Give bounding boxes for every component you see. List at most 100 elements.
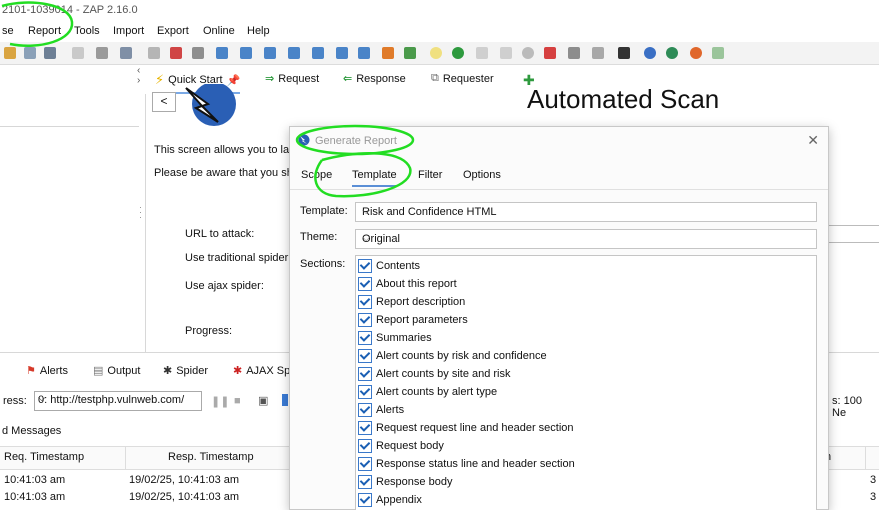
progress-select[interactable]: 0: http://testphp.vulnweb.com/ ⌵ xyxy=(34,391,202,411)
tab-requester-label: Requester xyxy=(442,72,494,85)
section-response-header-checkbox[interactable]: Response status line and header section xyxy=(358,455,575,473)
step-icon[interactable] xyxy=(476,47,488,59)
col-req-timestamp[interactable]: Req. Timestamp xyxy=(4,451,84,463)
section-response-body-checkbox[interactable]: Response body xyxy=(358,473,452,491)
tabs-show-icon[interactable] xyxy=(312,47,324,59)
close-icon[interactable]: ✕ xyxy=(807,132,819,149)
col-resp-timestamp[interactable]: Resp. Timestamp xyxy=(168,451,254,463)
tab-alerts[interactable]: ⚑ Alerts xyxy=(26,364,68,378)
menu-report[interactable]: Report xyxy=(28,25,61,37)
drop-icon[interactable] xyxy=(522,47,534,59)
menu-import[interactable]: Import xyxy=(113,25,144,37)
marketplace-icon[interactable] xyxy=(666,47,678,59)
checkbox-checked-icon xyxy=(358,259,372,273)
tools-icon[interactable] xyxy=(544,47,556,59)
chevron-down-icon: ⌵ xyxy=(362,232,371,244)
progress-right-text: s: 100 Ne xyxy=(832,395,862,419)
hud-icon[interactable] xyxy=(618,47,630,59)
tab-requester[interactable]: ⧉ Requester xyxy=(431,72,494,85)
tab-request[interactable]: ⇒ Request xyxy=(265,72,319,86)
checkbox-checked-icon xyxy=(358,403,372,417)
menu-export[interactable]: Export xyxy=(157,25,189,37)
scope-icon[interactable] xyxy=(404,47,416,59)
tabs-hide-icon[interactable] xyxy=(336,47,348,59)
section-request-body-checkbox[interactable]: Request body xyxy=(358,437,444,455)
tab-response[interactable]: ⇐ Response xyxy=(343,72,406,86)
options-icon[interactable] xyxy=(282,394,288,406)
section-summaries-checkbox[interactable]: Summaries xyxy=(358,329,432,347)
section-alerts-checkbox[interactable]: Alerts xyxy=(358,401,404,419)
open-session-icon[interactable] xyxy=(4,47,16,59)
panel-icon[interactable] xyxy=(192,47,204,59)
snapshot-icon[interactable] xyxy=(44,47,56,59)
url-input[interactable] xyxy=(826,225,879,243)
options-gear-icon[interactable] xyxy=(96,47,108,59)
continue-icon[interactable] xyxy=(500,47,512,59)
tab-response-label: Response xyxy=(356,72,406,85)
notes-icon[interactable] xyxy=(712,47,724,59)
ajax-spider-icon: ✱ xyxy=(233,365,243,377)
menu-tools[interactable]: Tools xyxy=(74,25,100,37)
resp-timestamp-cell: 19/02/25, 10:41:03 am xyxy=(129,491,240,503)
pause-icon[interactable]: ❚❚ xyxy=(211,395,229,408)
section-label: Request body xyxy=(376,440,444,452)
list-icon[interactable] xyxy=(358,47,370,59)
scan-policy-icon[interactable] xyxy=(382,47,394,59)
break-icon[interactable] xyxy=(452,47,464,59)
window-title: 2101-1039014 - ZAP 2.16.0 xyxy=(2,4,138,16)
back-button[interactable]: < xyxy=(152,92,176,112)
mode-icon[interactable] xyxy=(148,47,160,59)
tab-options[interactable]: Options xyxy=(463,169,501,181)
tab-output-label: Output xyxy=(107,364,141,377)
layout-horizontal-icon[interactable] xyxy=(240,47,252,59)
section-about-checkbox[interactable]: About this report xyxy=(358,275,457,293)
checkbox-checked-icon xyxy=(358,385,372,399)
firefox-icon[interactable] xyxy=(690,47,702,59)
layout-full-icon[interactable] xyxy=(216,47,228,59)
automated-scan-title: Automated Scan xyxy=(527,84,720,114)
section-alert-type-checkbox[interactable]: Alert counts by alert type xyxy=(358,383,497,401)
layout-icon[interactable] xyxy=(120,47,132,59)
splitter-grip-icon[interactable]: · · · xyxy=(139,203,142,222)
chevron-down-icon: ⌵ xyxy=(38,393,46,404)
section-appendix-checkbox[interactable]: Appendix xyxy=(358,491,422,509)
export-icon[interactable]: ▣ xyxy=(258,394,268,407)
section-risk-confidence-checkbox[interactable]: Alert counts by risk and confidence xyxy=(358,347,547,365)
session-properties-icon[interactable] xyxy=(72,47,84,59)
layout-vertical-icon[interactable] xyxy=(264,47,276,59)
checkbox-checked-icon xyxy=(358,493,372,507)
tab-spider[interactable]: ✱ Spider xyxy=(163,364,208,378)
section-parameters-checkbox[interactable]: Report parameters xyxy=(358,311,468,329)
tab-output[interactable]: ▤ Output xyxy=(93,364,141,378)
network-icon[interactable] xyxy=(592,47,604,59)
help-icon[interactable] xyxy=(644,47,656,59)
menu-online[interactable]: Online xyxy=(203,25,235,37)
section-contents-checkbox[interactable]: Contents xyxy=(358,257,420,275)
save-session-icon[interactable] xyxy=(24,47,36,59)
tab-template[interactable]: Template xyxy=(352,169,397,187)
keyboard-icon[interactable] xyxy=(568,47,580,59)
delete-icon[interactable] xyxy=(170,47,182,59)
section-request-header-checkbox[interactable]: Request request line and header section xyxy=(358,419,574,437)
workspace-tabs: ⚡ Quick Start 📌 ⇒ Request ⇐ Response ⧉ R… xyxy=(145,66,879,94)
lightbulb-icon[interactable] xyxy=(430,47,442,59)
extra-cell: 3 xyxy=(870,491,877,503)
ajax-spider-label: Use ajax spider: xyxy=(185,280,264,292)
sections-list: Contents About this report Report descri… xyxy=(355,255,817,510)
section-label: Request request line and header section xyxy=(376,422,574,434)
tab-ajax-spider-label: AJAX Sp xyxy=(246,364,291,377)
section-site-risk-checkbox[interactable]: Alert counts by site and risk xyxy=(358,365,511,383)
section-description-checkbox[interactable]: Report description xyxy=(358,293,465,311)
tab-filter[interactable]: Filter xyxy=(418,169,442,181)
tab-ajax-spider[interactable]: ✱ AJAX Sp xyxy=(233,364,291,378)
template-select[interactable]: Risk and Confidence HTML ⌵ xyxy=(355,202,817,222)
tabs-icon[interactable] xyxy=(288,47,300,59)
menu-file[interactable]: se xyxy=(2,25,14,37)
collapse-chevron-icon[interactable]: ‹ › xyxy=(137,66,140,86)
stop-icon[interactable]: ■ xyxy=(234,395,241,407)
menu-bar: se Report Tools Import Export Online Hel… xyxy=(0,22,879,42)
tab-scope[interactable]: Scope xyxy=(301,169,332,181)
menu-help[interactable]: Help xyxy=(247,25,270,37)
theme-select[interactable]: Original ⌵ xyxy=(355,229,817,249)
section-label: Summaries xyxy=(376,332,432,344)
